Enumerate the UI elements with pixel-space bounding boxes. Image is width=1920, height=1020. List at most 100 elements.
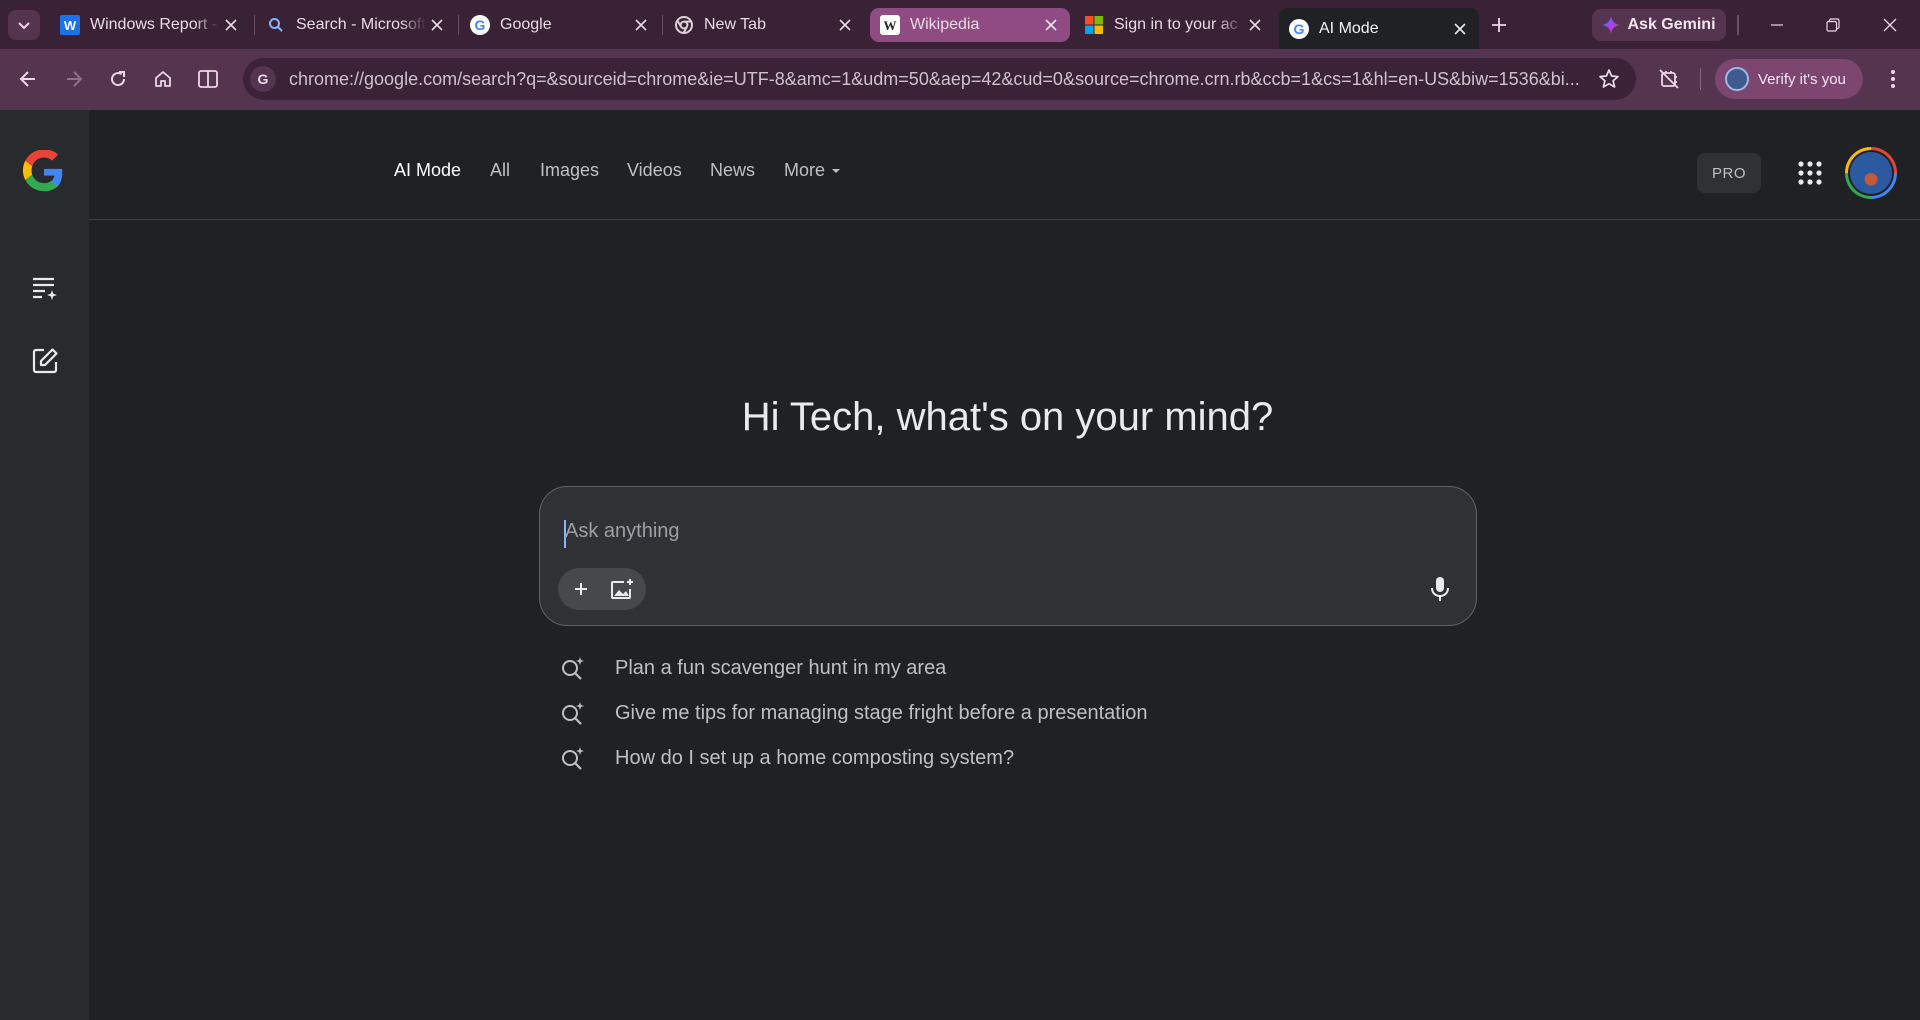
arrow-right-icon (67, 71, 83, 87)
verify-label: Verify it's you (1758, 70, 1846, 88)
tab-windows-report[interactable]: W Windows Report - (50, 8, 250, 42)
home-icon (155, 71, 171, 87)
google-logo-icon[interactable] (22, 150, 66, 194)
tab-sign-in[interactable]: Sign in to your ac (1074, 8, 1274, 42)
arrow-left-icon (19, 71, 35, 87)
split-view-button[interactable] (192, 63, 224, 95)
close-icon[interactable] (220, 14, 242, 36)
chrome-icon (674, 15, 694, 35)
extension-button[interactable] (1653, 63, 1685, 95)
add-image-icon[interactable] (610, 578, 634, 600)
side-rail (0, 110, 89, 1020)
more-menu[interactable]: More (784, 160, 841, 181)
tab-search-microsoft[interactable]: Search - Microsoft (256, 8, 456, 42)
svg-text:G: G (475, 17, 486, 33)
new-chat-icon[interactable] (30, 346, 60, 376)
forward-button[interactable] (58, 63, 90, 95)
suggestion-item[interactable]: How do I set up a home composting system… (560, 743, 1014, 773)
suggestion-text: How do I set up a home composting system… (615, 746, 1015, 769)
plus-icon[interactable] (570, 578, 592, 600)
svg-text:G: G (258, 71, 269, 87)
menu-button[interactable] (1877, 63, 1909, 95)
tab-title: AI Mode (1319, 19, 1379, 37)
suggestion-text: Give me tips for managing stage fright b… (615, 701, 1148, 724)
back-button[interactable] (12, 63, 44, 95)
restore-icon (1826, 18, 1840, 32)
google-icon: G (250, 66, 276, 92)
tab-strip: W Windows Report - Search - Microsoft G … (0, 0, 1920, 49)
greeting-heading: Hi Tech, what's on your mind? (741, 395, 1274, 439)
close-icon[interactable] (1449, 18, 1471, 40)
tab-separator (254, 15, 255, 35)
suggestion-text: Plan a fun scavenger hunt in my area (615, 656, 947, 679)
svg-text:G: G (1294, 21, 1305, 37)
search-placeholder[interactable]: Ask anything (565, 520, 680, 543)
close-icon[interactable] (426, 14, 448, 36)
address-bar[interactable]: G chrome://google.com/search?q=&sourceid… (243, 58, 1636, 100)
tab-all[interactable]: All (490, 160, 510, 181)
close-icon (1883, 18, 1897, 32)
tab-title: Wikipedia (910, 16, 980, 33)
divider (1700, 68, 1701, 90)
search-sparkle-icon (562, 657, 584, 680)
suggestion-item[interactable]: Plan a fun scavenger hunt in my area (560, 653, 946, 683)
reload-icon (111, 71, 126, 87)
reload-button[interactable] (102, 63, 134, 95)
svg-text:W: W (884, 18, 897, 33)
split-view-icon (198, 70, 218, 88)
tab-ai-mode[interactable]: AI Mode (394, 160, 461, 181)
extension-off-icon (1659, 69, 1679, 89)
microsoft-icon (1084, 15, 1104, 35)
ask-gemini-button[interactable]: Ask Gemini (1592, 9, 1726, 41)
minimize-button[interactable] (1757, 8, 1797, 42)
pro-badge[interactable]: PRO (1697, 153, 1761, 193)
tab-search-button[interactable] (8, 10, 40, 40)
tab-videos[interactable]: Videos (627, 160, 682, 181)
tab-title: Google (500, 16, 552, 33)
tab-separator (662, 15, 663, 35)
tab-news[interactable]: News (710, 160, 755, 181)
caret-down-icon (832, 168, 841, 173)
google-icon: G (470, 15, 490, 35)
avatar (1850, 152, 1892, 194)
tab-wikipedia[interactable]: W Wikipedia (870, 8, 1070, 42)
microphone-icon[interactable] (1428, 575, 1452, 603)
restore-button[interactable] (1813, 8, 1853, 42)
search-icon (266, 15, 286, 35)
tab-new-tab[interactable]: New Tab (664, 8, 864, 42)
gemini-sparkle-icon (1602, 16, 1621, 34)
ask-gemini-label: Ask Gemini (1627, 16, 1716, 33)
close-icon[interactable] (630, 14, 652, 36)
input-tools (558, 568, 646, 610)
verify-identity-button[interactable]: Verify it's you (1715, 59, 1863, 99)
apps-grid-icon[interactable] (1797, 160, 1823, 186)
wikipedia-icon: W (880, 15, 900, 35)
chevron-down-icon (18, 22, 30, 30)
close-icon[interactable] (1040, 14, 1062, 36)
tab-separator (458, 15, 459, 35)
tab-google[interactable]: G Google (460, 8, 660, 42)
google-icon: G (1289, 18, 1309, 39)
ai-search-box[interactable]: Ask anything (539, 486, 1477, 626)
close-icon[interactable] (1244, 14, 1266, 36)
search-sparkle-icon (562, 702, 584, 725)
new-tab-button[interactable] (1485, 11, 1513, 39)
home-button[interactable] (147, 63, 179, 95)
more-vertical-icon (1891, 70, 1895, 88)
star-icon[interactable] (1598, 68, 1620, 90)
tab-title: Windows Report - (90, 16, 218, 33)
tab-title: New Tab (704, 16, 766, 33)
history-list-icon[interactable] (30, 272, 60, 302)
search-nav: AI Mode All Images Videos News More PRO (89, 110, 1920, 220)
url-text[interactable]: chrome://google.com/search?q=&sourceid=c… (289, 69, 1583, 90)
close-window-button[interactable] (1870, 8, 1910, 42)
profile-avatar[interactable] (1845, 147, 1897, 199)
tab-ai-mode[interactable]: G AI Mode (1279, 8, 1479, 49)
minimize-icon (1771, 24, 1783, 26)
svg-text:W: W (64, 18, 77, 33)
suggestion-item[interactable]: Give me tips for managing stage fright b… (560, 698, 1148, 728)
close-icon[interactable] (834, 14, 856, 36)
plus-icon (1492, 18, 1506, 32)
more-label: More (784, 160, 826, 180)
tab-images[interactable]: Images (540, 160, 599, 181)
